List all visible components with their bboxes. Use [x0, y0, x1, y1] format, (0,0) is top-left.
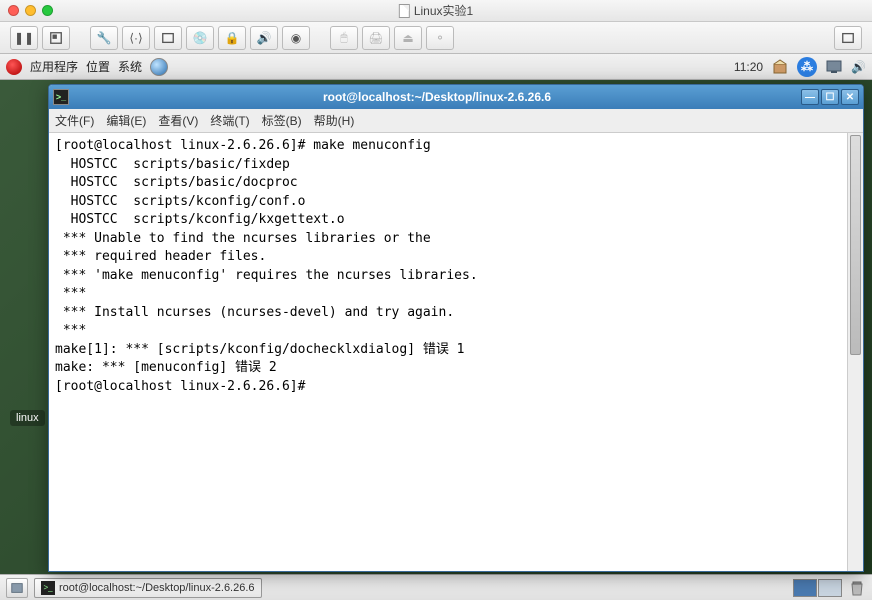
terminal-scrollbar[interactable]	[847, 133, 863, 571]
terminal-icon: >_	[53, 89, 69, 105]
gnome-bottom-panel: >_ root@localhost:~/Desktop/linux-2.6.26…	[0, 574, 872, 600]
host-titlebar: Linux实验1	[0, 0, 872, 22]
menu-view[interactable]: 查看(V)	[158, 112, 198, 129]
places-menu[interactable]: 位置	[86, 58, 110, 75]
menu-edit[interactable]: 编辑(E)	[106, 112, 146, 129]
terminal-content[interactable]: [root@localhost linux-2.6.26.6]# make me…	[49, 133, 847, 571]
applications-menu[interactable]: 应用程序	[30, 58, 78, 75]
network-button[interactable]: ◉	[282, 26, 310, 50]
document-icon	[399, 4, 410, 18]
menu-help[interactable]: 帮助(H)	[314, 112, 355, 129]
host-window-title: Linux实验1	[414, 2, 473, 19]
workspace-pager[interactable]	[793, 579, 842, 597]
window-minimize-button[interactable]: —	[801, 89, 819, 105]
show-desktop-button[interactable]	[6, 578, 28, 598]
menu-tabs[interactable]: 标签(B)	[262, 112, 302, 129]
minimize-window-button[interactable]	[25, 5, 36, 16]
terminal-icon: >_	[41, 581, 55, 595]
terminal-title: root@localhost:~/Desktop/linux-2.6.26.6	[73, 90, 801, 104]
usb-button[interactable]: ⏏	[394, 26, 422, 50]
maximize-window-button[interactable]	[42, 5, 53, 16]
update-icon[interactable]	[771, 58, 789, 76]
cd-button[interactable]: 💿	[186, 26, 214, 50]
fullscreen-button[interactable]: ⟨·⟩	[122, 26, 150, 50]
window-maximize-button[interactable]: ☐	[821, 89, 839, 105]
pause-button[interactable]: ❚❚	[10, 26, 38, 50]
help-button[interactable]	[834, 26, 862, 50]
volume-icon[interactable]: 🔊	[851, 60, 866, 74]
close-window-button[interactable]	[8, 5, 19, 16]
clock[interactable]: 11:20	[734, 60, 763, 74]
scrollbar-thumb[interactable]	[850, 135, 861, 355]
settings-button[interactable]: 🔧	[90, 26, 118, 50]
snapshot-button[interactable]	[42, 26, 70, 50]
workspace-2[interactable]	[818, 579, 842, 597]
window-close-button[interactable]: ✕	[841, 89, 859, 105]
display-icon[interactable]	[825, 58, 843, 76]
bluetooth-button[interactable]: ⚬	[426, 26, 454, 50]
desktop-shortcut[interactable]: linux	[10, 410, 45, 426]
bluetooth-icon[interactable]: ⁂	[797, 57, 817, 77]
desktop: linux >_ root@localhost:~/Desktop/linux-…	[0, 80, 872, 574]
distro-icon[interactable]	[6, 59, 22, 75]
terminal-menubar: 文件(F) 编辑(E) 查看(V) 终端(T) 标签(B) 帮助(H)	[49, 109, 863, 133]
unity-button[interactable]	[154, 26, 182, 50]
hdd-button[interactable]: 🔒	[218, 26, 246, 50]
workspace-1[interactable]	[793, 579, 817, 597]
terminal-window: >_ root@localhost:~/Desktop/linux-2.6.26…	[48, 84, 864, 572]
trash-icon[interactable]	[848, 579, 866, 597]
sound-button[interactable]: 🔊	[250, 26, 278, 50]
vm-toolbar: ❚❚ 🔧 ⟨·⟩ 💿 🔒 🔊 ◉ 🖱 🖨 ⏏ ⚬	[0, 22, 872, 54]
menu-terminal[interactable]: 终端(T)	[210, 112, 249, 129]
mouse-button[interactable]: 🖱	[330, 26, 358, 50]
terminal-titlebar[interactable]: >_ root@localhost:~/Desktop/linux-2.6.26…	[49, 85, 863, 109]
taskbar-item-label: root@localhost:~/Desktop/linux-2.6.26.6	[59, 582, 255, 594]
printer-button[interactable]: 🖨	[362, 26, 390, 50]
gnome-top-panel: 应用程序 位置 系统 11:20 ⁂ 🔊	[0, 54, 872, 80]
menu-file[interactable]: 文件(F)	[55, 112, 94, 129]
browser-launcher-icon[interactable]	[150, 58, 168, 76]
system-menu[interactable]: 系统	[118, 58, 142, 75]
taskbar-item-terminal[interactable]: >_ root@localhost:~/Desktop/linux-2.6.26…	[34, 578, 262, 598]
